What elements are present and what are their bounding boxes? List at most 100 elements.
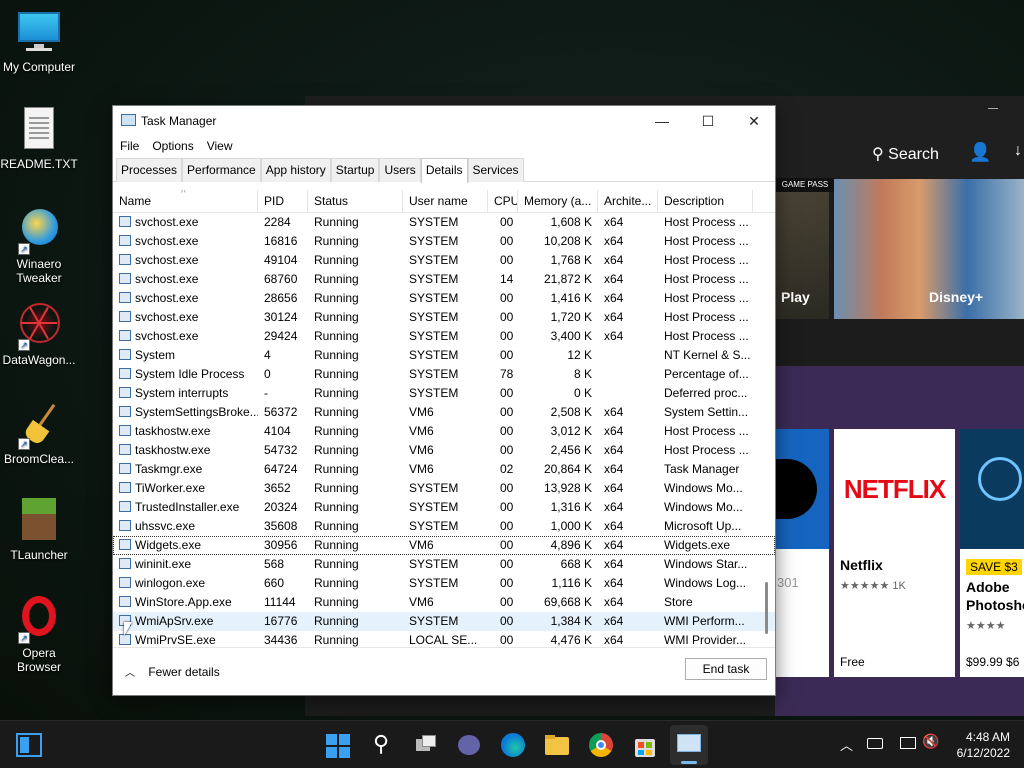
table-row[interactable]: System Idle Process 0 Running SYSTEM 78 8 K Pe… <box>113 365 775 384</box>
cell-status: Running <box>314 595 359 609</box>
column-header-memory[interactable]: Memory (a... <box>518 190 598 212</box>
fewer-details-button[interactable]: ︿ Fewer details <box>125 664 220 679</box>
volume-muted-icon[interactable]: 🔇 <box>922 733 939 750</box>
end-task-button[interactable]: End task <box>685 658 767 680</box>
task-view-icon[interactable] <box>412 731 440 759</box>
desktop-icon-tlauncher[interactable]: TLauncher <box>0 498 78 562</box>
widgets-button[interactable] <box>16 733 42 757</box>
adobe-save-badge: SAVE $3 <box>966 559 1022 575</box>
keyboard-icon[interactable] <box>867 738 883 749</box>
cell-description: Host Process ... <box>664 272 749 286</box>
minimize-button[interactable]: — <box>639 106 685 136</box>
task-manager-taskbar-button[interactable] <box>670 725 708 765</box>
title-bar[interactable]: Task Manager — ☐ ✕ <box>113 106 775 136</box>
process-icon <box>119 406 131 417</box>
process-icon <box>119 577 131 588</box>
store-search-button[interactable]: ⚲ Search <box>872 144 939 164</box>
table-row[interactable]: taskhostw.exe 54732 Running VM6 00 2,456 K x64… <box>113 441 775 460</box>
table-row[interactable]: svchost.exe 30124 Running SYSTEM 00 1,720 K x6… <box>113 308 775 327</box>
tab-details[interactable]: Details <box>420 158 468 183</box>
chrome-browser-icon[interactable] <box>587 731 615 759</box>
column-header-description[interactable]: Description <box>658 190 753 212</box>
tab-services[interactable]: Services <box>467 158 524 182</box>
cell-status: Running <box>314 519 359 533</box>
hero-disney-tile[interactable]: Disney+ <box>834 179 1024 319</box>
table-row[interactable]: Widgets.exe 30956 Running VM6 00 4,896 K x64 Wi… <box>113 536 775 555</box>
table-row[interactable]: wininit.exe 568 Running SYSTEM 00 668 K x64 Win… <box>113 555 775 574</box>
edge-browser-icon[interactable] <box>499 731 527 759</box>
process-name: Widgets.exe <box>135 538 202 552</box>
scrollbar-thumb[interactable] <box>765 582 768 634</box>
file-explorer-icon[interactable] <box>543 731 571 759</box>
desktop-icon-broomcleaner[interactable]: ↗ BroomClea... <box>0 402 78 466</box>
table-row[interactable]: Taskmgr.exe 64724 Running VM6 02 20,864 K x64 T… <box>113 460 775 479</box>
column-header-user-name[interactable]: User name <box>403 190 488 212</box>
table-row[interactable]: System interrupts - Running SYSTEM 00 0 K Defe… <box>113 384 775 403</box>
menu-view[interactable]: View <box>207 136 233 158</box>
table-row[interactable]: System 4 Running SYSTEM 00 12 K NT Kernel & S.… <box>113 346 775 365</box>
table-row[interactable]: svchost.exe 49104 Running SYSTEM 00 1,768 K x6… <box>113 251 775 270</box>
start-button[interactable] <box>323 731 351 759</box>
cell-status: Running <box>314 367 359 381</box>
adobe-tile[interactable]: SAVE $3 Adobe Photosho ★★★★ $99.99 $6 <box>960 429 1024 677</box>
download-icon[interactable]: ↓ <box>1014 142 1022 160</box>
desktop-icon-winaero[interactable]: ↗ Winaero Tweaker <box>0 207 78 285</box>
table-row[interactable]: uhssvc.exe 35608 Running SYSTEM 00 1,000 K x64… <box>113 517 775 536</box>
column-header-cpu[interactable]: CPU <box>488 190 518 212</box>
tiktok-tile[interactable]: 301 <box>775 429 829 677</box>
cell-status: Running <box>314 272 359 286</box>
table-row[interactable]: taskhostw.exe 4104 Running VM6 00 3,012 K x64 H… <box>113 422 775 441</box>
gamepass-badge: GAME PASS <box>775 178 835 192</box>
add-account-icon[interactable]: 👤 <box>969 142 991 163</box>
minimize-icon[interactable] <box>988 108 998 109</box>
cell-description: Windows Mo... <box>664 500 743 514</box>
show-hidden-icons-chevron-icon[interactable]: ︿ <box>840 735 853 754</box>
teams-chat-icon[interactable] <box>455 731 483 759</box>
vertical-scrollbar[interactable] <box>761 214 773 646</box>
clock-time: 4:48 AM <box>965 730 1010 744</box>
table-row[interactable]: svchost.exe 29424 Running SYSTEM 00 3,400 K x6… <box>113 327 775 346</box>
tab-users[interactable]: Users <box>379 158 421 182</box>
tab-processes[interactable]: Processes <box>116 158 183 182</box>
cell-architecture: x64 <box>604 272 624 286</box>
maximize-button[interactable]: ☐ <box>685 106 731 136</box>
hero-gamepass-tile[interactable]: Play <box>775 179 829 319</box>
table-row[interactable]: svchost.exe 28656 Running SYSTEM 00 1,416 K x6… <box>113 289 775 308</box>
table-row[interactable]: WinStore.App.exe 11144 Running VM6 00 69,668 … <box>113 593 775 612</box>
search-icon[interactable]: ⚲ <box>367 731 395 759</box>
table-row[interactable]: TiWorker.exe 3652 Running SYSTEM 00 13,928 K x… <box>113 479 775 498</box>
process-name: svchost.exe <box>135 215 199 229</box>
tab-startup[interactable]: Startup <box>330 158 380 182</box>
table-row[interactable]: WmiApSrv.exe 16776 Running SYSTEM 00 1,384 K x… <box>113 612 775 631</box>
table-row[interactable]: SystemSettingsBroke... 56372 Running VM6 00 2… <box>113 403 775 422</box>
desktop-icon-my-computer[interactable]: My Computer <box>0 10 78 74</box>
display-icon[interactable] <box>900 737 916 749</box>
adobe-name-2: Photosho <box>966 597 1024 613</box>
minecraft-block-icon <box>16 498 62 544</box>
tab-performance[interactable]: Performance <box>182 158 261 182</box>
microsoft-store-icon[interactable] <box>631 731 659 759</box>
table-row[interactable]: winlogon.exe 660 Running SYSTEM 00 1,116 K x64… <box>113 574 775 593</box>
netflix-tile[interactable]: NETFLIX Netflix ★★★★★ 1K Free <box>834 429 955 677</box>
close-button[interactable]: ✕ <box>731 106 777 136</box>
cell-status: Running <box>314 253 359 267</box>
cell-description: Windows Mo... <box>664 481 743 495</box>
cell-description: Percentage of... <box>664 367 749 381</box>
desktop-icon-datawagon[interactable]: ↗ DataWagon... <box>0 303 78 367</box>
column-header-pid[interactable]: PID <box>258 190 308 212</box>
table-row[interactable]: TrustedInstaller.exe 20324 Running SYSTEM 00… <box>113 498 775 517</box>
menu-options[interactable]: Options <box>152 136 193 158</box>
process-name: svchost.exe <box>135 310 199 324</box>
menu-file[interactable]: File <box>120 136 139 158</box>
system-clock[interactable]: 4:48 AM 6/12/2022 <box>957 729 1010 761</box>
column-header-status[interactable]: Status <box>308 190 403 212</box>
cell-memory: 3,012 K <box>550 424 592 438</box>
table-row[interactable]: svchost.exe 2284 Running SYSTEM 00 1,608 K x64… <box>113 213 775 232</box>
desktop-icon-opera[interactable]: ↗ Opera Browser <box>0 596 78 674</box>
table-row[interactable]: svchost.exe 68760 Running SYSTEM 14 21,872 K x… <box>113 270 775 289</box>
column-header-architecture[interactable]: Archite... <box>598 190 658 212</box>
tab-app-history[interactable]: App history <box>260 158 331 182</box>
table-row[interactable]: WmiPrvSE.exe 34436 Running LOCAL SE... 00 4,4… <box>113 631 775 648</box>
table-row[interactable]: svchost.exe 16816 Running SYSTEM 00 10,208 K x… <box>113 232 775 251</box>
desktop-icon-readme[interactable]: README.TXT <box>0 107 78 171</box>
